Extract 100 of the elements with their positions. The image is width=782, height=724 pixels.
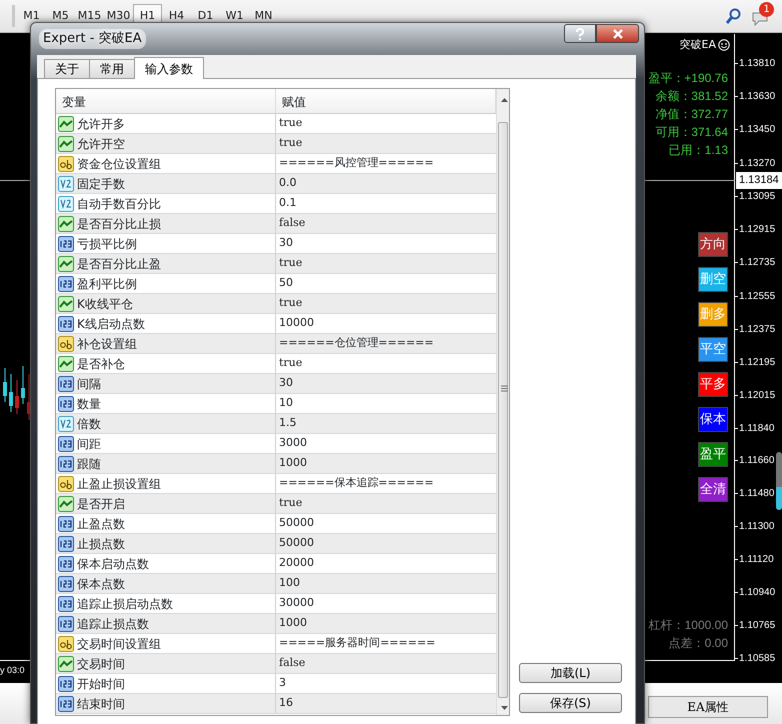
price-label: 1.12195 — [739, 356, 776, 370]
number-type-icon — [58, 696, 74, 712]
price-label: 1.12555 — [739, 290, 776, 304]
time-label: y 03:0 — [0, 664, 25, 677]
notification-badge: 1 — [759, 2, 774, 17]
parameter-name: 数量 — [77, 396, 101, 412]
parameter-value[interactable]: false — [276, 214, 496, 233]
parameter-value[interactable]: 1000 — [276, 614, 496, 633]
parameter-value[interactable]: 30000 — [276, 594, 496, 613]
chart-action-button[interactable]: 保本 — [698, 407, 728, 432]
tab[interactable]: 输入参数 — [134, 57, 204, 79]
timeframe-button[interactable]: M5 — [46, 4, 75, 28]
parameter-value[interactable]: 1.5 — [276, 414, 496, 433]
text-type-icon — [58, 636, 74, 652]
scroll-up-icon[interactable] — [500, 97, 509, 103]
parameter-value[interactable]: true — [276, 114, 496, 133]
scrollbar[interactable] — [496, 89, 509, 715]
parameter-value[interactable]: 10000 — [276, 314, 496, 333]
current-price-label: 1.13184 — [736, 172, 782, 188]
help-button[interactable] — [564, 24, 596, 42]
timeframe-button[interactable]: MN — [249, 4, 278, 28]
parameter-name: 交易时间 — [77, 656, 125, 672]
scroll-down-icon[interactable] — [500, 705, 509, 711]
parameter-name: K收线平仓 — [77, 296, 133, 312]
parameter-value[interactable]: 1000 — [276, 454, 496, 473]
parameter-value[interactable]: 50000 — [276, 514, 496, 533]
chart-action-button[interactable]: 方向 — [698, 232, 728, 257]
chart-action-button[interactable]: 平多 — [698, 372, 728, 397]
parameter-name: 追踪止损启动点数 — [77, 596, 173, 612]
parameter-name: 交易时间设置组 — [77, 636, 161, 652]
number-type-icon — [58, 276, 74, 292]
parameter-value[interactable]: ======保本追踪====== — [276, 474, 496, 493]
account-stat: 已用：1.13 — [668, 142, 728, 159]
chart-action-button[interactable]: 全清 — [698, 477, 728, 502]
number-type-icon — [58, 676, 74, 692]
price-label: 1.11480 — [739, 487, 774, 501]
parameter-name: 止盈点数 — [77, 516, 125, 532]
parameter-value[interactable]: 3 — [276, 674, 496, 693]
timeframe-button[interactable]: W1 — [220, 4, 249, 28]
price-label: 1.10585 — [739, 652, 776, 666]
price-label: 1.10765 — [739, 619, 776, 633]
help-icon — [575, 28, 585, 40]
close-button[interactable] — [596, 24, 639, 42]
search-icon[interactable] — [726, 8, 742, 24]
fraction-type-icon — [58, 176, 74, 192]
parameter-name: 保本点数 — [77, 576, 125, 592]
scrollbar[interactable] — [776, 452, 782, 510]
ea-properties-button[interactable]: EA属性 — [648, 696, 768, 718]
parameter-value[interactable]: 50 — [276, 274, 496, 293]
timeframe-button[interactable]: M15 — [75, 4, 104, 28]
tab[interactable]: 常用 — [89, 59, 135, 78]
parameter-value[interactable]: 3000 — [276, 434, 496, 453]
timeframe-button[interactable]: M30 — [104, 4, 133, 28]
parameter-name: 是否百分比止损 — [77, 216, 161, 232]
parameter-value[interactable]: 16 — [276, 694, 496, 713]
price-label: 1.12735 — [739, 256, 776, 270]
parameter-value[interactable]: 10 — [276, 394, 496, 413]
number-type-icon — [58, 576, 74, 592]
parameter-name: K线启动点数 — [77, 316, 145, 332]
fraction-type-icon — [58, 416, 74, 432]
number-type-icon — [58, 236, 74, 252]
price-label: 1.10940 — [739, 586, 776, 600]
parameter-value[interactable]: true — [276, 354, 496, 373]
parameter-name: 结束时间 — [77, 696, 125, 712]
parameter-value[interactable]: ======仓位管理====== — [276, 334, 496, 353]
parameter-value[interactable]: true — [276, 294, 496, 313]
parameter-value[interactable]: false — [276, 654, 496, 673]
parameter-value[interactable]: 20000 — [276, 554, 496, 573]
parameter-name: 间隔 — [77, 376, 101, 392]
price-label: 1.11120 — [739, 553, 774, 567]
chart-action-button[interactable]: 盈平 — [698, 442, 728, 467]
timeframe-button[interactable]: H4 — [162, 4, 191, 28]
account-stat: 余额：381.52 — [655, 88, 728, 105]
ea-name: 突破EA — [680, 37, 716, 53]
parameter-value[interactable]: 100 — [276, 574, 496, 593]
parameter-value[interactable]: true — [276, 134, 496, 153]
parameter-value[interactable]: 30 — [276, 234, 496, 253]
parameter-value[interactable]: 30 — [276, 374, 496, 393]
price-label: 1.11660 — [739, 454, 774, 468]
parameter-name: 开始时间 — [77, 676, 125, 692]
parameter-value[interactable]: 0.0 — [276, 174, 496, 193]
parameter-value[interactable]: true — [276, 494, 496, 513]
timeframe-button[interactable]: D1 — [191, 4, 220, 28]
parameter-value[interactable]: 50000 — [276, 534, 496, 553]
parameter-value[interactable]: ======风控管理====== — [276, 154, 496, 173]
dialog-button[interactable]: 保存(S) — [519, 693, 622, 713]
parameter-value[interactable]: 0.1 — [276, 194, 496, 213]
price-label: 1.12015 — [739, 389, 776, 403]
dialog-button[interactable]: 加载(L) — [519, 663, 622, 683]
number-type-icon — [58, 516, 74, 532]
price-label: 1.13450 — [739, 123, 776, 137]
parameter-value[interactable]: true — [276, 254, 496, 273]
timeframe-button[interactable]: M1 — [17, 4, 46, 28]
parameter-value[interactable]: =====服务器时间====== — [276, 634, 496, 653]
parameter-name: 是否开启 — [77, 496, 125, 512]
parameter-name: 亏损平比例 — [77, 236, 137, 252]
tab[interactable]: 关于 — [44, 59, 90, 78]
scroll-thumb[interactable] — [498, 122, 508, 698]
price-label: 1.12375 — [739, 323, 776, 337]
price-label: 1.12915 — [739, 223, 776, 237]
